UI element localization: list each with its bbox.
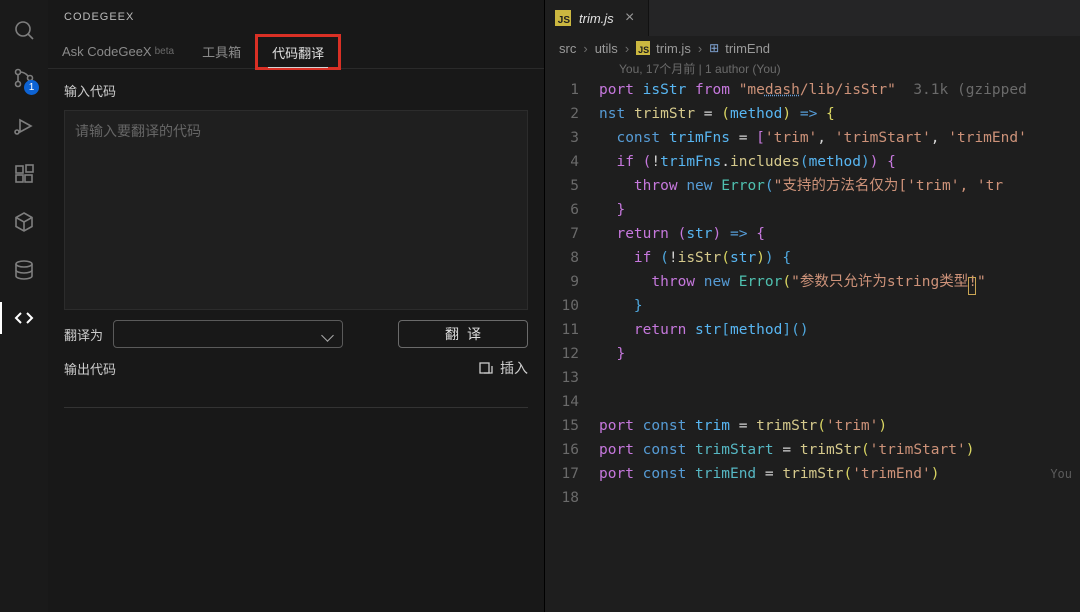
codegeex-panel: CODEGEEX Ask CodeGeeXbeta 工具箱 代码翻译 输入代码 … xyxy=(48,0,545,612)
js-file-icon: JS xyxy=(555,10,571,26)
activity-bar: 1 xyxy=(0,0,48,612)
symbol-icon: ⊞ xyxy=(709,41,719,55)
editor-tab-trim[interactable]: JS trim.js × xyxy=(545,0,649,36)
translate-button[interactable]: 翻译 xyxy=(398,320,528,348)
git-blame-hint: You, 17个月前 | 1 author (You) xyxy=(545,60,1080,78)
editor-tab-filename: trim.js xyxy=(579,11,614,26)
close-tab-icon[interactable]: × xyxy=(622,9,638,27)
target-language-select[interactable] xyxy=(113,320,343,348)
line-gutter: 123456789101112131415161718 xyxy=(545,78,599,510)
panel-title: CODEGEEX xyxy=(48,0,544,35)
insert-button[interactable]: 插入 xyxy=(478,358,528,378)
debug-icon[interactable] xyxy=(0,104,48,148)
box-icon[interactable] xyxy=(0,200,48,244)
editor-pane: JS trim.js × src› utils› JS trim.js› ⊞ t… xyxy=(545,0,1080,612)
extensions-icon[interactable] xyxy=(0,152,48,196)
insert-icon xyxy=(478,360,494,376)
breadcrumb[interactable]: src› utils› JS trim.js› ⊞ trimEnd xyxy=(545,36,1080,60)
tab-ask-codegeex[interactable]: Ask CodeGeeXbeta xyxy=(48,35,188,68)
output-area xyxy=(64,388,528,408)
database-icon[interactable] xyxy=(0,248,48,292)
search-icon[interactable] xyxy=(0,8,48,52)
code-source[interactable]: port isStr from "medash/lib/isStr" 3.1k … xyxy=(599,78,1080,510)
editor-tabs: JS trim.js × xyxy=(545,0,1080,36)
tab-code-translate[interactable]: 代码翻译 xyxy=(255,34,341,70)
translate-to-label: 翻译为 xyxy=(64,325,103,344)
input-section-label: 输入代码 xyxy=(64,81,528,100)
code-input[interactable] xyxy=(64,110,528,310)
scm-badge: 1 xyxy=(24,80,39,95)
code-editor[interactable]: 123456789101112131415161718 port isStr f… xyxy=(545,78,1080,510)
codegeex-icon[interactable] xyxy=(0,296,48,340)
tab-toolbox[interactable]: 工具箱 xyxy=(188,35,255,68)
source-control-icon[interactable]: 1 xyxy=(0,56,48,100)
js-file-icon: JS xyxy=(636,41,650,55)
panel-tabs: Ask CodeGeeXbeta 工具箱 代码翻译 xyxy=(48,35,544,69)
output-section-label: 输出代码 xyxy=(64,359,116,378)
